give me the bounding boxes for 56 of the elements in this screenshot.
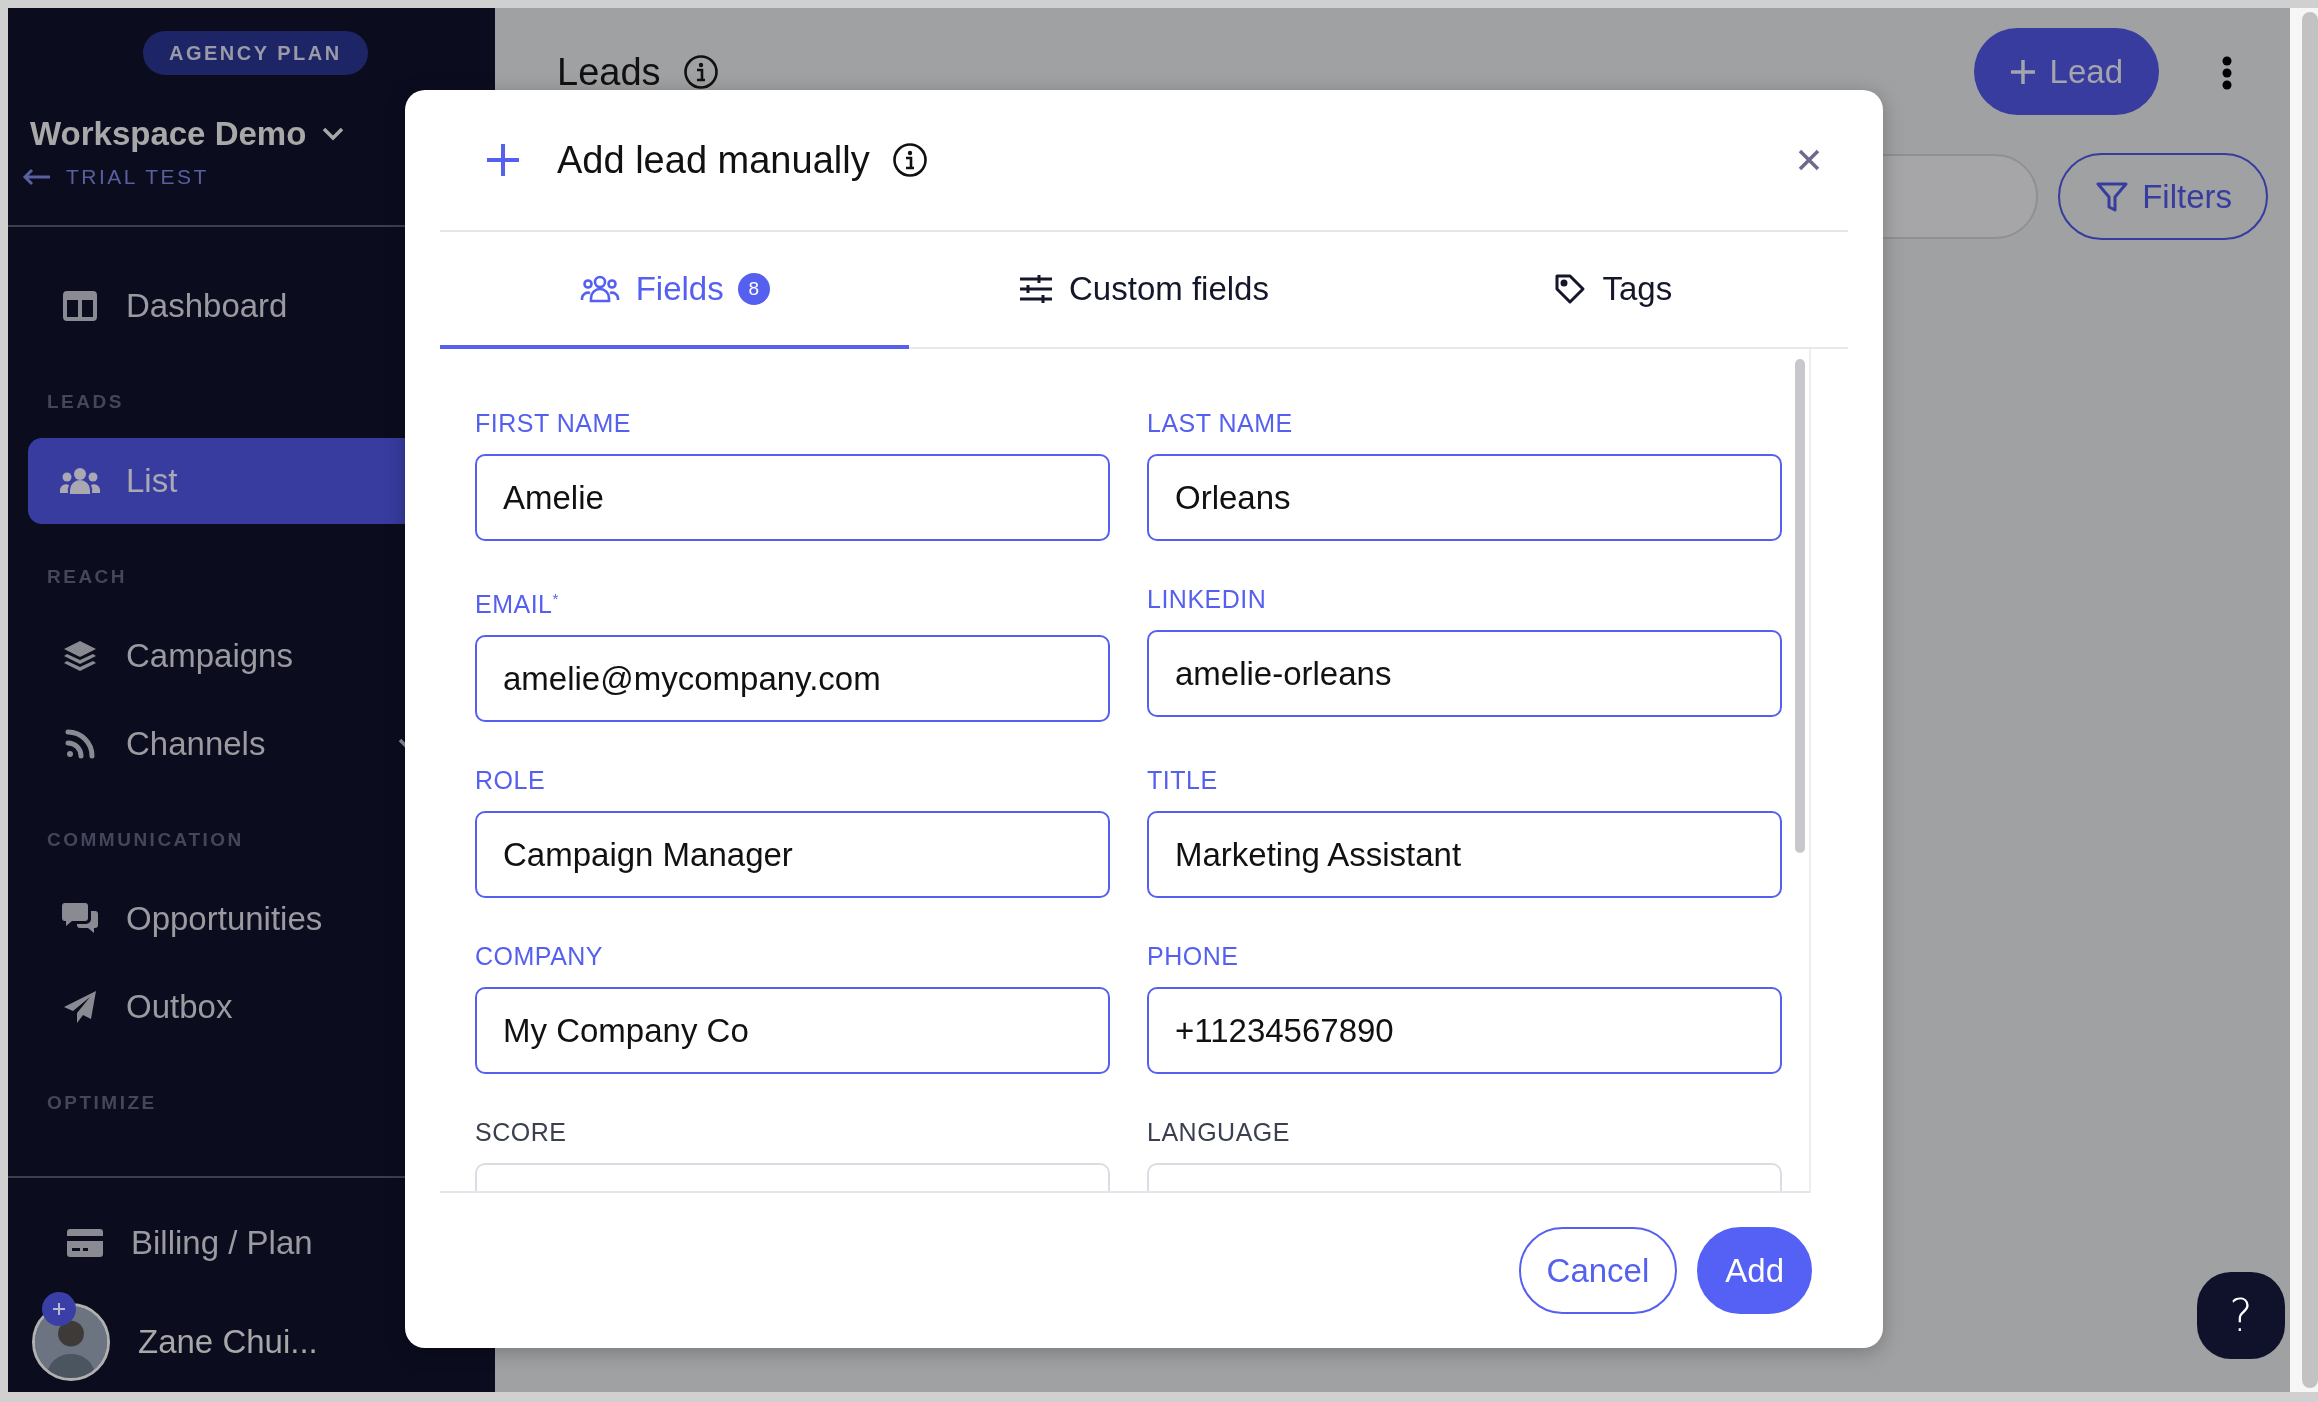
tag-icon: [1554, 272, 1587, 305]
input-field[interactable]: My Company Co: [475, 987, 1110, 1075]
field-label: FIRST NAME: [475, 408, 632, 438]
tab[interactable]: Fields 8: [440, 232, 910, 349]
credit-card-icon: [66, 1228, 104, 1258]
chat-icon: [61, 902, 99, 936]
plus-icon: [2009, 58, 2036, 85]
info-icon[interactable]: [682, 54, 719, 90]
field-label: SCORE: [475, 1117, 568, 1148]
section-heading: LEADS: [47, 390, 124, 414]
section-heading: OPTIMIZE: [47, 1091, 157, 1115]
add-button[interactable]: Add: [1697, 1227, 1812, 1314]
add-lead-button[interactable]: Lead: [1973, 28, 2159, 115]
input-field[interactable]: Marketing Assistant: [1147, 811, 1782, 899]
section-heading: COMMUNICATION: [47, 828, 244, 852]
field-label: TITLE: [1147, 765, 1219, 796]
cancel-button[interactable]: Cancel: [1518, 1227, 1678, 1314]
filters-button[interactable]: Filters: [2058, 153, 2268, 240]
chevron-down-icon: [322, 127, 345, 141]
workspace-switcher[interactable]: Workspace Demo: [30, 115, 495, 153]
tab[interactable]: Tags: [1378, 232, 1848, 349]
input-field[interactable]: Amelie: [475, 454, 1110, 541]
dialog-title: Add lead manually: [557, 138, 870, 182]
info-icon[interactable]: [891, 142, 928, 178]
filter-icon: [2096, 180, 2129, 213]
field-label: LANGUAGE: [1147, 1117, 1291, 1148]
field-label: ROLE: [475, 765, 547, 796]
input-field[interactable]: amelie@mycompany.com: [475, 635, 1110, 723]
users-icon: [579, 273, 620, 304]
section-heading: REACH: [47, 565, 128, 589]
page-title: Leads: [557, 50, 661, 94]
users-icon: [60, 466, 100, 496]
sidebar-item[interactable]: Billing / Plan: [28, 1200, 487, 1286]
paper-plane-icon: [63, 990, 97, 1024]
input-field[interactable]: +11234567890: [1147, 987, 1782, 1075]
add-icon[interactable]: [42, 1292, 76, 1326]
field-label: PHONE: [1147, 941, 1240, 972]
more-icon[interactable]: [2221, 56, 2233, 90]
scrollbar[interactable]: [1795, 359, 1805, 853]
field-label: LINKEDIN: [1147, 584, 1268, 614]
input-field[interactable]: amelie-orleans: [1147, 630, 1782, 717]
arrow-left-icon: [22, 168, 52, 186]
columns-icon: [63, 291, 97, 321]
tab[interactable]: Custom fields: [909, 232, 1379, 349]
plan-badge: AGENCY PLAN: [143, 31, 368, 75]
scrollbar[interactable]: [2290, 8, 2318, 1392]
rss-icon: [64, 728, 96, 760]
input-field[interactable]: Orleans: [1147, 454, 1782, 541]
field-label: LAST NAME: [1147, 408, 1294, 438]
sliders-icon: [1019, 273, 1054, 304]
input-field[interactable]: Campaign Manager: [475, 811, 1110, 899]
plus-icon: [485, 142, 521, 178]
layers-icon: [63, 640, 97, 672]
close-button[interactable]: [1798, 149, 1820, 171]
user-name[interactable]: Zane Chui...: [138, 1323, 318, 1361]
count-badge: 8: [737, 272, 770, 305]
